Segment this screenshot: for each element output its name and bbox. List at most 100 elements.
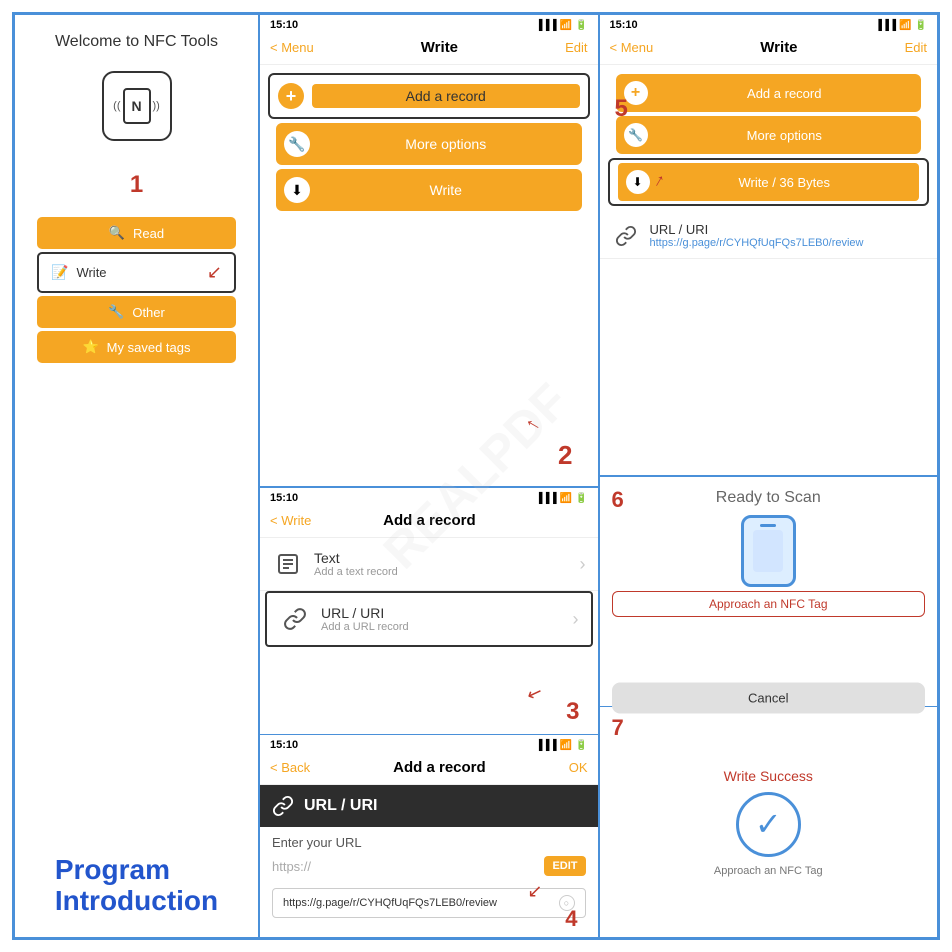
nav-edit-5[interactable]: Edit: [905, 40, 927, 55]
time-4: 15:10: [270, 739, 298, 751]
col-middle: 15:10 ▐▐▐ 📶 🔋 < Menu Write Edit: [259, 14, 599, 938]
nav-back-5[interactable]: < Menu: [610, 40, 654, 55]
phone-screen: [753, 530, 783, 572]
url-header-label: URL / URI: [304, 797, 377, 815]
nav-edit-2[interactable]: Edit: [565, 40, 587, 55]
signal-icon-3: ▐▐▐: [535, 493, 556, 504]
nav-bar-3: < Write Add a record: [260, 508, 598, 538]
url-result-value: https://g.page/r/CYHQfUqFQs7LEB0/review: [283, 897, 497, 909]
add-record-label: Add a record: [312, 84, 580, 108]
status-icons-5: ▐▐▐ 📶 🔋: [875, 20, 927, 31]
url-entry-header: URL / URI: [260, 785, 598, 827]
scan-phone-container: [600, 515, 938, 587]
star-icon: ⭐: [82, 339, 98, 355]
panel-7-success: Write Success ✓ Approach an NFC Tag 7: [600, 707, 938, 937]
step-3-number: 3: [566, 698, 579, 726]
welcome-title: Welcome to NFC Tools: [55, 33, 218, 51]
url-record-icon: [279, 603, 311, 635]
url-record-sub: Add a URL record: [321, 621, 563, 633]
link-icon-5: [612, 222, 640, 250]
add-record-label-5: Add a record: [656, 86, 914, 101]
step-4-number: 4: [565, 906, 577, 932]
download-icon: ⬇: [284, 177, 310, 203]
saved-tags-label: My saved tags: [107, 340, 191, 355]
other-button[interactable]: 🔧 Other: [37, 296, 236, 328]
write-btn[interactable]: ⬇ Write: [276, 169, 582, 211]
nav-title-3: Add a record: [383, 512, 476, 529]
panel-3-4: 15:10 ▐▐▐ 📶 🔋 < Write Add a record: [259, 487, 599, 938]
uri-text-5: URL / URI https://g.page/r/CYHQfUqFQs7LE…: [650, 222, 926, 249]
read-button[interactable]: 🔍 Read: [37, 217, 236, 249]
write-button[interactable]: 📝 Write ↙: [37, 252, 236, 293]
step-1-number: 1: [130, 171, 143, 199]
add-record-row[interactable]: + Add a record: [270, 75, 588, 117]
text-record-item[interactable]: Text Add a text record: [260, 538, 598, 591]
download-icon-5: ⬇: [626, 170, 650, 194]
text-record-text: Text Add a text record: [314, 550, 570, 578]
add-record-btn-highlight: + Add a record: [268, 73, 590, 119]
nav-back-2[interactable]: < Menu: [270, 40, 314, 55]
signal-icon: ▐▐▐: [535, 20, 556, 31]
wifi-icon-4: 📶: [560, 740, 572, 751]
menu-area: 🔍 Read 📝 Write ↙ 🔧 Other ⭐ My saved: [27, 214, 246, 366]
text-record-sub: Add a text record: [314, 566, 570, 578]
nav-title-4: Add a record: [393, 759, 486, 776]
more-options-btn-5[interactable]: 🔧 More options: [616, 116, 922, 154]
write-buttons: + Add a record 🔧 More options: [260, 65, 598, 220]
nav-back-3[interactable]: < Write: [270, 513, 311, 528]
chevron-text: [580, 554, 586, 575]
wrench-icon-5: 🔧: [624, 123, 648, 147]
status-bar-4: 15:10 ▐▐▐ 📶 🔋: [260, 735, 598, 755]
checkmark-icon: ✓: [755, 805, 782, 843]
step-5-number: 5: [615, 95, 628, 123]
search-icon: 🔍: [109, 225, 125, 241]
saved-tags-button[interactable]: ⭐ My saved tags: [37, 331, 236, 363]
arrow-3: ↙: [524, 681, 545, 706]
url-record-item[interactable]: URL / URI Add a URL record: [267, 593, 591, 645]
panel-1-welcome: Welcome to NFC Tools (( N )) 1 🔍: [14, 14, 259, 938]
panel-2-write: 15:10 ▐▐▐ 📶 🔋 < Menu Write Edit: [259, 14, 599, 487]
cancel-row: Cancel: [600, 682, 938, 713]
time-5: 15:10: [610, 19, 638, 31]
write-btn-label: Write: [318, 182, 574, 198]
battery-icon-5: 🔋: [915, 20, 927, 31]
status-icons-4: ▐▐▐ 📶 🔋: [535, 740, 587, 751]
panel-4-url-entry: 15:10 ▐▐▐ 📶 🔋 < Back Add a record OK: [260, 735, 598, 937]
nav-bar-2: < Menu Write Edit: [260, 35, 598, 65]
success-sub-label: Approach an NFC Tag: [714, 865, 823, 877]
cancel-button[interactable]: Cancel: [612, 682, 926, 713]
nav-ok-4[interactable]: OK: [569, 760, 588, 775]
status-bar-3: 15:10 ▐▐▐ 📶 🔋: [260, 488, 598, 508]
col-right: 15:10 ▐▐▐ 📶 🔋 < Menu Write Edit: [599, 14, 939, 938]
nav-back-4[interactable]: < Back: [270, 760, 310, 775]
battery-icon: 🔋: [575, 20, 587, 31]
step-7-number: 7: [612, 715, 624, 741]
status-icons-2: ▐▐▐ 📶 🔋: [535, 20, 587, 31]
panel-6-7: Ready to Scan Approach an NFC Tag 6: [599, 476, 939, 938]
wifi-icon-5: 📶: [899, 20, 911, 31]
write-icon: 📝: [51, 264, 68, 281]
write-label: Write: [76, 265, 106, 280]
nav-bar-4: < Back Add a record OK: [260, 755, 598, 785]
write-success-title: Write Success: [724, 768, 813, 784]
uri-label-5: URL / URI: [650, 222, 926, 237]
status-bar-5: 15:10 ▐▐▐ 📶 🔋: [600, 15, 938, 35]
url-record-title: URL / URI: [321, 605, 563, 621]
chevron-url: [573, 609, 579, 630]
uri-row-5: URL / URI https://g.page/r/CYHQfUqFQs7LE…: [600, 214, 938, 259]
edit-button[interactable]: EDIT: [544, 856, 585, 876]
phone-speaker: [760, 524, 776, 527]
ready-to-scan-title: Ready to Scan: [600, 477, 938, 511]
enter-url-label: Enter your URL: [260, 827, 598, 852]
status-bar-2: 15:10 ▐▐▐ 📶 🔋: [260, 15, 598, 35]
approach-nfc-button[interactable]: Approach an NFC Tag: [612, 591, 926, 617]
nav-title-2: Write: [421, 39, 458, 56]
add-record-btn-5[interactable]: + Add a record: [616, 74, 922, 112]
more-options-btn[interactable]: 🔧 More options: [276, 123, 582, 165]
tools-icon: 🔧: [108, 304, 124, 320]
panel-3-add-record: 15:10 ▐▐▐ 📶 🔋 < Write Add a record: [260, 488, 598, 735]
panel-6-scan: Ready to Scan Approach an NFC Tag 6: [600, 477, 938, 707]
url-input-row: https:// EDIT: [260, 852, 598, 880]
time-3: 15:10: [270, 492, 298, 504]
plus-icon: +: [278, 83, 304, 109]
